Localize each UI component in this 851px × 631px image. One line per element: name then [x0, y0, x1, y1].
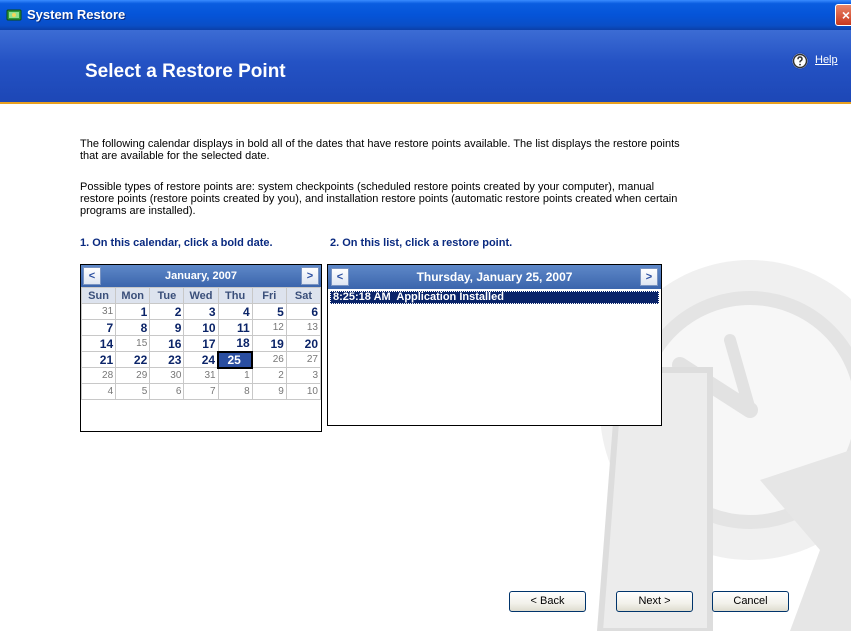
restore-calendar: < January, 2007 > Sun Mon Tue Wed Thu Fr… — [80, 264, 322, 432]
calendar-day: 31 — [80, 303, 117, 320]
back-button[interactable]: < Back — [509, 591, 586, 612]
calendar-day[interactable]: 16 — [149, 335, 185, 352]
calendar-day[interactable]: 9 — [149, 319, 185, 336]
weekday-header: Mon — [115, 287, 151, 304]
calendar-day[interactable]: 1 — [115, 303, 151, 320]
calendar-day: 1 — [217, 367, 253, 384]
calendar-day-selected[interactable]: 25 — [217, 350, 254, 369]
calendar-day[interactable]: 19 — [251, 335, 287, 352]
calendar-day[interactable]: 22 — [115, 351, 151, 368]
calendar-day[interactable]: 8 — [115, 319, 151, 336]
restore-list-next-day-button[interactable]: > — [640, 268, 658, 286]
window-title: System Restore — [27, 7, 126, 22]
calendar-day[interactable]: 23 — [149, 351, 185, 368]
calendar-week-row: 28 29 30 31 1 2 3 — [80, 367, 322, 384]
weekday-header: Sat — [285, 287, 322, 304]
weekday-header: Fri — [251, 287, 287, 304]
calendar-day: 31 — [183, 367, 219, 384]
calendar-weekday-row: Sun Mon Tue Wed Thu Fri Sat — [80, 287, 322, 304]
calendar-day[interactable]: 5 — [251, 303, 287, 320]
calendar-day: 12 — [251, 319, 287, 336]
restore-list-prev-day-button[interactable]: < — [331, 268, 349, 286]
step-1-label: 1. On this calendar, click a bold date. — [80, 237, 273, 249]
calendar-day[interactable]: 18 — [217, 335, 253, 352]
calendar-day[interactable]: 6 — [285, 303, 322, 320]
weekday-header: Wed — [183, 287, 219, 304]
calendar-week-row: 14 15 16 17 18 19 20 — [80, 335, 322, 352]
calendar-week-row: 4 5 6 7 8 9 10 — [80, 383, 322, 400]
calendar-header: < January, 2007 > — [81, 265, 321, 287]
weekday-header: Thu — [217, 287, 253, 304]
calendar-day: 13 — [285, 319, 322, 336]
close-button[interactable]: × — [835, 4, 851, 26]
cancel-button[interactable]: Cancel — [712, 591, 789, 612]
calendar-day: 3 — [285, 367, 322, 384]
calendar-prev-month-button[interactable]: < — [83, 267, 101, 285]
step-2-label: 2. On this list, click a restore point. — [330, 237, 513, 249]
calendar-day: 26 — [251, 351, 287, 368]
intro-paragraph-2: Possible types of restore points are: sy… — [80, 181, 678, 217]
system-restore-icon — [6, 9, 22, 21]
intro-paragraph-1: The following calendar displays in bold … — [80, 138, 680, 162]
calendar-day[interactable]: 11 — [217, 319, 253, 336]
calendar-grid: Sun Mon Tue Wed Thu Fri Sat 31 1 2 3 4 5 6 7 8 9 1… — [80, 287, 322, 400]
restore-point-list: < Thursday, January 25, 2007 > 8:25:18 A… — [327, 264, 662, 426]
next-button[interactable]: Next > — [616, 591, 693, 612]
calendar-day: 28 — [80, 367, 117, 384]
calendar-day[interactable]: 3 — [183, 303, 219, 320]
calendar-day: 15 — [115, 335, 151, 352]
calendar-day: 27 — [285, 351, 322, 368]
calendar-day: 30 — [149, 367, 185, 384]
wizard-header: Select a Restore Point Help — [0, 30, 851, 104]
help-icon[interactable] — [791, 52, 809, 70]
calendar-day[interactable]: 4 — [217, 303, 253, 320]
calendar-day[interactable]: 10 — [183, 319, 219, 336]
calendar-day: 8 — [217, 383, 253, 400]
calendar-day[interactable]: 14 — [80, 335, 117, 352]
calendar-day: 9 — [251, 383, 287, 400]
calendar-day[interactable]: 21 — [80, 351, 117, 368]
restore-list-header: < Thursday, January 25, 2007 > — [328, 265, 661, 289]
weekday-header: Sun — [80, 287, 117, 304]
calendar-day[interactable]: 24 — [183, 351, 219, 368]
restore-point-item[interactable]: 8:25:18 AM Application Installed — [330, 291, 659, 304]
restore-list-date-label: Thursday, January 25, 2007 — [416, 270, 573, 284]
calendar-day[interactable]: 17 — [183, 335, 219, 352]
wizard-content: The following calendar displays in bold … — [0, 106, 851, 631]
calendar-day[interactable]: 2 — [149, 303, 185, 320]
title-bar: System Restore × — [0, 0, 851, 30]
calendar-week-row: 21 22 23 24 25 26 27 — [80, 350, 322, 369]
calendar-day: 5 — [115, 383, 151, 400]
calendar-days: 31 1 2 3 4 5 6 7 8 9 10 11 12 13 14 15 16 17 18 19 20 21 22 23 2… — [80, 303, 322, 400]
calendar-day: 29 — [115, 367, 151, 384]
help-link[interactable]: Help — [815, 54, 838, 66]
calendar-day: 6 — [149, 383, 185, 400]
calendar-day: 10 — [285, 383, 322, 400]
calendar-day: 4 — [80, 383, 117, 400]
calendar-week-row: 31 1 2 3 4 5 6 — [80, 303, 322, 320]
weekday-header: Tue — [149, 287, 185, 304]
calendar-next-month-button[interactable]: > — [301, 267, 319, 285]
calendar-week-row: 7 8 9 10 11 12 13 — [80, 319, 322, 336]
calendar-month-label: January, 2007 — [165, 270, 237, 282]
calendar-day: 2 — [251, 367, 287, 384]
calendar-day[interactable]: 7 — [80, 319, 117, 336]
page-title: Select a Restore Point — [85, 61, 286, 82]
calendar-day[interactable]: 20 — [285, 335, 322, 352]
calendar-day: 7 — [183, 383, 219, 400]
